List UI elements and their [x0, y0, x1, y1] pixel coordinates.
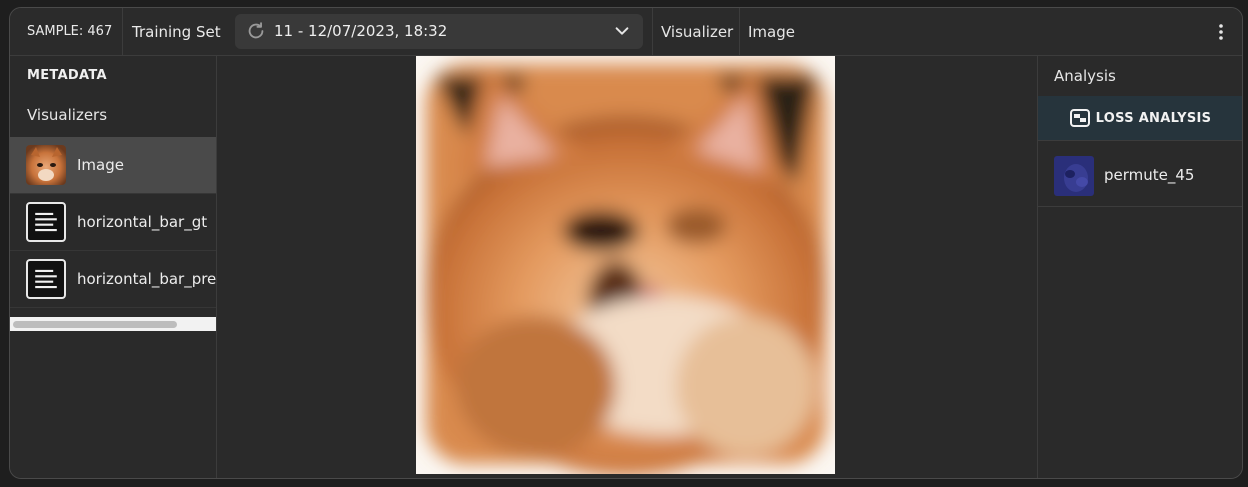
main-panel: SAMPLE: 467 Training Set 11 - 12/07/2023… [9, 7, 1243, 479]
visualizer-label: Visualizer [661, 22, 734, 41]
sample-image [416, 56, 835, 474]
top-bar: SAMPLE: 467 Training Set 11 - 12/07/2023… [10, 8, 1242, 56]
loss-analysis-button[interactable]: LOSS ANALYSIS [1038, 96, 1242, 141]
version-text: 11 - 12/07/2023, 18:32 [274, 22, 448, 40]
visualizer-value[interactable]: Image [748, 8, 795, 55]
sidebar-subtitle: Visualizers [27, 106, 108, 124]
visualizer-canvas [217, 56, 1037, 478]
metadata-sidebar: METADATA Visualizers Image horizontal_ba… [10, 56, 217, 478]
cat-thumbnail [26, 145, 66, 185]
analysis-item-label: permute_45 [1104, 166, 1195, 184]
dataset-label[interactable]: Training Set [132, 8, 221, 55]
visualizer-item-label: horizontal_bar_gt [77, 213, 208, 231]
sidebar-title: METADATA [27, 68, 107, 83]
divider [122, 8, 123, 55]
analysis-title: Analysis [1054, 67, 1116, 85]
analysis-item-permute-45[interactable]: permute_45 [1038, 152, 1242, 207]
version-dropdown[interactable]: 11 - 12/07/2023, 18:32 [235, 14, 643, 49]
visualizer-item-horizontal-bar-pred[interactable]: horizontal_bar_pred [10, 251, 216, 308]
scrollbar-thumb[interactable] [13, 321, 177, 328]
visualizer-item-image[interactable]: Image [10, 137, 216, 194]
visualizer-item-horizontal-bar-gt[interactable]: horizontal_bar_gt [10, 194, 216, 251]
document-lines-icon [26, 202, 66, 242]
loss-analysis-icon [1069, 109, 1090, 127]
refresh-icon[interactable] [245, 20, 267, 42]
loss-analysis-label: LOSS ANALYSIS [1095, 110, 1212, 126]
cat-image [416, 56, 835, 474]
horizontal-scrollbar[interactable] [10, 317, 216, 331]
visualizer-item-label: Image [77, 156, 124, 174]
divider [652, 8, 653, 55]
analysis-panel: Analysis LOSS ANALYSIS permute_45 [1037, 56, 1242, 478]
heatmap-thumbnail [1054, 156, 1094, 196]
more-options-icon[interactable] [1214, 22, 1228, 42]
sample-label: SAMPLE: 467 [27, 24, 113, 39]
visualizer-item-label: horizontal_bar_pred [77, 270, 216, 288]
divider [739, 8, 740, 55]
chevron-down-icon[interactable] [613, 22, 631, 40]
document-lines-icon [26, 259, 66, 299]
